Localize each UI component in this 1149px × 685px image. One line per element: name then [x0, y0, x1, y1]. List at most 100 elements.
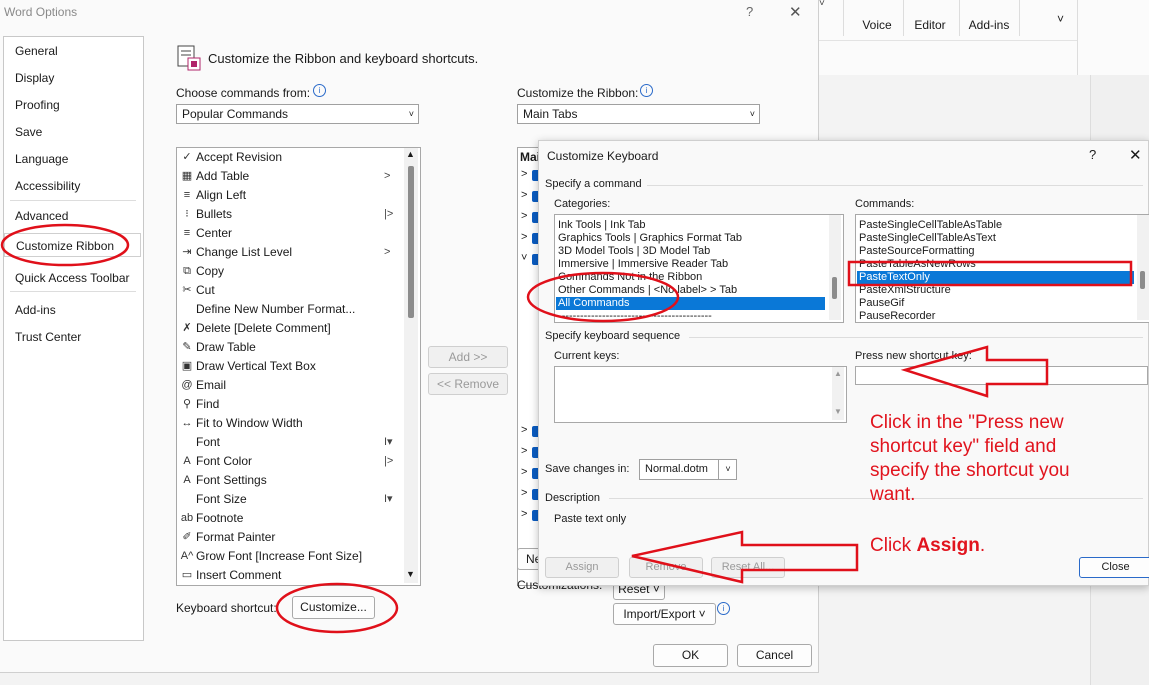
nav-language[interactable]: Language [15, 152, 68, 166]
remove-button[interactable]: << Remove [428, 373, 508, 395]
scroll-down-icon[interactable]: ▼ [834, 407, 842, 416]
close-icon[interactable]: ✕ [789, 3, 802, 21]
add-button[interactable]: Add >> [428, 346, 508, 368]
command-list-item[interactable]: Define New Number Format... [177, 300, 403, 319]
ribbon-collapse-icon[interactable]: ˅ [1057, 12, 1064, 26]
kb-commands-scrollbar[interactable] [1137, 215, 1149, 320]
customize-ribbon-select[interactable]: Main Tabs ˅ [517, 104, 760, 124]
kb-command-list-item[interactable]: PasteSingleCellTableAsText [859, 232, 1134, 245]
expand-icon[interactable]: > [521, 189, 527, 201]
nav-trust-center[interactable]: Trust Center [15, 330, 81, 344]
category-list-item[interactable]: ----------------------------------------… [558, 310, 825, 322]
command-list-item[interactable]: A Font Color |> [177, 452, 403, 471]
ok-button[interactable]: OK [653, 644, 728, 667]
cancel-button[interactable]: Cancel [737, 644, 812, 667]
scroll-down-icon[interactable]: ▼ [406, 569, 415, 579]
commands-list[interactable]: ✓ Accept Revision ▦ Add Table > ≡ Align Left ⁝ B… [176, 147, 421, 586]
command-list-item[interactable]: ✎ Draw Table [177, 338, 403, 357]
command-list-item[interactable]: ab Footnote [177, 509, 403, 528]
expand-icon[interactable]: > [521, 168, 527, 180]
kb-command-list-item[interactable]: PasteTableAsNewRows [859, 258, 1134, 271]
categories-scrollbar[interactable] [829, 215, 841, 320]
command-list-item[interactable]: ▭ Insert Comment [177, 566, 403, 585]
scroll-thumb[interactable] [408, 166, 414, 318]
reset-all-button[interactable]: Reset All... [711, 557, 785, 578]
kb-command-list-item[interactable]: PasteXmlStructure [859, 284, 1134, 297]
scroll-up-icon[interactable]: ▲ [406, 149, 415, 159]
kb-command-list-item[interactable]: PauseGif [859, 297, 1134, 310]
category-list-item[interactable]: Other Commands | <No label> > Tab [558, 284, 825, 297]
command-list-item[interactable]: A^ Grow Font [Increase Font Size] [177, 547, 403, 566]
command-list-item[interactable]: Font Size I▾ [177, 490, 403, 509]
nav-customize-ribbon[interactable]: Customize Ribbon [16, 239, 114, 253]
command-list-item[interactable]: @ Email [177, 376, 403, 395]
category-list-item[interactable]: Ink Tools | Ink Tab [558, 219, 825, 232]
kb-command-list-item[interactable]: PasteSourceFormatting [859, 245, 1134, 258]
help-icon[interactable]: ? [1089, 147, 1096, 162]
press-new-shortcut-input[interactable] [855, 366, 1148, 385]
category-list-item[interactable]: Immersive | Immersive Reader Tab [558, 258, 825, 271]
kb-command-list-item[interactable]: PasteSingleCellTableAsTable [859, 219, 1134, 232]
current-keys-scrollbar[interactable]: ▲ ▼ [832, 367, 844, 420]
scroll-up-icon[interactable]: ▲ [834, 369, 842, 378]
ribbon-addins[interactable]: Add-ins [965, 18, 1013, 32]
scroll-thumb[interactable] [1140, 271, 1145, 289]
nav-add-ins[interactable]: Add-ins [15, 303, 56, 317]
category-list-item[interactable]: All Commands [556, 297, 825, 310]
expand-icon[interactable]: > [521, 508, 527, 520]
commands-scrollbar[interactable]: ▲ ▼ [404, 148, 418, 583]
command-list-item[interactable]: ⇥ Change List Level > [177, 243, 403, 262]
expand-icon[interactable]: ˅ [521, 252, 527, 264]
kb-remove-button[interactable]: Remove [629, 557, 703, 578]
save-changes-select[interactable]: Normal.dotm ˅ [639, 459, 737, 480]
assign-button[interactable]: Assign [545, 557, 619, 578]
current-keys-list[interactable]: ▲ ▼ [554, 366, 847, 423]
command-list-item[interactable]: ▦ Add Table > [177, 167, 403, 186]
kb-close-button[interactable]: Close [1079, 557, 1149, 578]
choose-commands-select[interactable]: Popular Commands ˅ [176, 104, 419, 124]
ribbon-sep [903, 0, 904, 36]
categories-list[interactable]: Ink Tools | Ink Tab Graphics Tools | Grap… [554, 214, 844, 323]
nav-quick-access-toolbar[interactable]: Quick Access Toolbar [15, 271, 130, 285]
customize-button[interactable]: Customize... [292, 596, 375, 619]
command-list-item[interactable]: ⚲ Find [177, 395, 403, 414]
ribbon-voice[interactable]: Voice [857, 18, 897, 32]
command-list-item[interactable]: ≡ Align Left [177, 186, 403, 205]
expand-icon[interactable]: > [521, 487, 527, 499]
nav-customize-ribbon-selected[interactable]: Customize Ribbon [4, 233, 141, 257]
nav-advanced[interactable]: Advanced [15, 209, 68, 223]
command-list-item[interactable]: ≡ Center [177, 224, 403, 243]
command-list-item[interactable]: ✂ Cut [177, 281, 403, 300]
expand-icon[interactable]: > [521, 231, 527, 243]
expand-icon[interactable]: > [521, 445, 527, 457]
nav-save[interactable]: Save [15, 125, 42, 139]
kb-commands-list[interactable]: PasteSingleCellTableAsTable PasteSingleCe… [855, 214, 1149, 323]
command-list-item[interactable]: ↔ Fit to Window Width [177, 414, 403, 433]
command-list-item[interactable]: Font I▾ [177, 433, 403, 452]
category-list-item[interactable]: Graphics Tools | Graphics Format Tab [558, 232, 825, 245]
command-list-item[interactable]: ✗ Delete [Delete Comment] [177, 319, 403, 338]
category-list-item[interactable]: 3D Model Tools | 3D Model Tab [558, 245, 825, 258]
command-list-item[interactable]: ✓ Accept Revision [177, 148, 403, 167]
nav-general[interactable]: General [15, 44, 58, 58]
close-icon[interactable]: ✕ [1129, 146, 1142, 164]
category-list-item[interactable]: Commands Not in the Ribbon [558, 271, 825, 284]
kb-command-list-item[interactable]: PasteTextOnly [857, 271, 1134, 284]
command-list-item[interactable]: A Font Settings [177, 471, 403, 490]
import-export-button[interactable]: Import/Export ˅ [613, 603, 716, 625]
command-label: Define New Number Format... [196, 302, 356, 316]
expand-icon[interactable]: > [521, 210, 527, 222]
scroll-thumb[interactable] [832, 277, 837, 299]
expand-icon[interactable]: > [521, 424, 527, 436]
command-list-item[interactable]: ✐ Format Painter [177, 528, 403, 547]
command-list-item[interactable]: ⁝ Bullets |> [177, 205, 403, 224]
command-list-item[interactable]: ⧉ Copy [177, 262, 403, 281]
nav-proofing[interactable]: Proofing [15, 98, 60, 112]
kb-command-list-item[interactable]: PauseRecorder [859, 310, 1134, 322]
help-icon[interactable]: ? [746, 4, 753, 19]
command-list-item[interactable]: ▣ Draw Vertical Text Box [177, 357, 403, 376]
nav-display[interactable]: Display [15, 71, 54, 85]
nav-accessibility[interactable]: Accessibility [15, 179, 80, 193]
expand-icon[interactable]: > [521, 466, 527, 478]
ribbon-editor[interactable]: Editor [909, 18, 951, 32]
